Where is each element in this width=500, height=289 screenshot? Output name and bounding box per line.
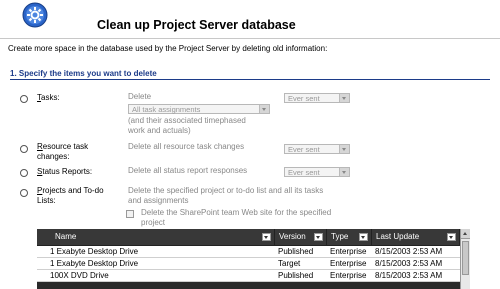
status-desc: Delete all status report responses bbox=[128, 166, 248, 175]
section-divider bbox=[10, 79, 490, 80]
cell-last-update: 8/15/2003 2:53 AM bbox=[375, 271, 443, 280]
scroll-thumb[interactable] bbox=[462, 241, 469, 275]
projects-desc-line2: and assignments bbox=[128, 196, 189, 205]
projects-desc-line1: Delete the specified project or to-do li… bbox=[128, 186, 324, 195]
resource-when-select[interactable]: Ever sent bbox=[284, 144, 350, 154]
tasks-label: Tasks: bbox=[37, 93, 60, 102]
cell-last-update: 8/15/2003 2:53 AM bbox=[375, 247, 443, 256]
chevron-down-icon[interactable] bbox=[359, 233, 368, 241]
cell-last-update: 8/15/2003 2:53 AM bbox=[375, 259, 443, 268]
status-radio[interactable] bbox=[20, 169, 28, 177]
cell-version: Published bbox=[278, 247, 314, 256]
column-header-type[interactable]: Type bbox=[327, 229, 372, 245]
grid-header: Name Version Type Last Update bbox=[37, 229, 460, 246]
scroll-up-icon[interactable] bbox=[461, 229, 470, 239]
resource-when-value: Ever sent bbox=[288, 145, 320, 154]
tasks-select-value: All task assignments bbox=[132, 105, 201, 114]
chevron-down-icon[interactable] bbox=[262, 233, 271, 241]
status-label: Status Reports: bbox=[37, 167, 93, 176]
status-when-select[interactable]: Ever sent bbox=[284, 167, 350, 177]
delete-sharepoint-checkbox[interactable] bbox=[126, 210, 134, 218]
tasks-when-select[interactable]: Ever sent bbox=[284, 93, 350, 103]
resource-radio[interactable] bbox=[20, 145, 28, 153]
column-header-last-update[interactable]: Last Update bbox=[372, 229, 460, 245]
tasks-delete-label: Delete bbox=[128, 92, 152, 101]
tasks-when-value: Ever sent bbox=[288, 94, 320, 103]
column-label: Name bbox=[55, 232, 77, 241]
column-header-version[interactable]: Version bbox=[275, 229, 327, 245]
projects-grid: Name Version Type Last Update 1 Exabyte … bbox=[37, 229, 460, 289]
grid-scrollbar[interactable] bbox=[460, 229, 470, 289]
cell-name: 1 Exabyte Desktop Drive bbox=[50, 247, 139, 256]
cell-type: Enterprise bbox=[330, 247, 367, 256]
column-header-name[interactable]: Name bbox=[51, 229, 275, 245]
column-label: Type bbox=[331, 232, 349, 241]
table-row[interactable]: 1 Exabyte Desktop Drive Target Enterpris… bbox=[37, 258, 460, 270]
chevron-down-icon bbox=[339, 94, 349, 102]
chevron-down-icon bbox=[339, 168, 349, 176]
header-divider bbox=[0, 38, 500, 39]
table-row[interactable]: 100X DVD Drive Published Enterprise 8/15… bbox=[37, 270, 460, 282]
chevron-down-icon[interactable] bbox=[447, 233, 456, 241]
intro-text: Create more space in the database used b… bbox=[8, 44, 328, 53]
cell-version: Target bbox=[278, 259, 301, 268]
checkbox-label-line2: project bbox=[141, 218, 166, 227]
tasks-select[interactable]: All task assignments bbox=[128, 104, 270, 114]
cell-type: Enterprise bbox=[330, 259, 367, 268]
tasks-note-line1: (and their associated timephased bbox=[128, 116, 246, 125]
projects-radio[interactable] bbox=[20, 189, 28, 197]
column-label: Last Update bbox=[376, 232, 420, 241]
chevron-down-icon bbox=[259, 105, 269, 113]
chevron-down-icon[interactable] bbox=[314, 233, 323, 241]
resource-desc: Delete all resource task changes bbox=[128, 142, 245, 151]
tasks-note-line2: work and actuals) bbox=[128, 126, 191, 135]
status-when-value: Ever sent bbox=[288, 168, 320, 177]
tasks-radio[interactable] bbox=[20, 95, 28, 103]
cell-name: 100X DVD Drive bbox=[50, 271, 109, 280]
cell-name: 1 Exabyte Desktop Drive bbox=[50, 259, 139, 268]
column-label: Version bbox=[279, 232, 306, 241]
table-row[interactable]: 1 Exabyte Desktop Drive Published Enterp… bbox=[37, 246, 460, 258]
cell-type: Enterprise bbox=[330, 271, 367, 280]
cell-version: Published bbox=[278, 271, 314, 280]
resource-label-line2: changes: bbox=[37, 152, 70, 161]
checkbox-label-line1: Delete the SharePoint team Web site for … bbox=[141, 208, 332, 217]
projects-label-line2: Lists: bbox=[37, 196, 56, 205]
logo-gear-icon bbox=[22, 2, 48, 28]
chevron-down-icon bbox=[339, 145, 349, 153]
page-title: Clean up Project Server database bbox=[97, 18, 296, 32]
section-title: 1. Specify the items you want to delete bbox=[10, 69, 157, 78]
